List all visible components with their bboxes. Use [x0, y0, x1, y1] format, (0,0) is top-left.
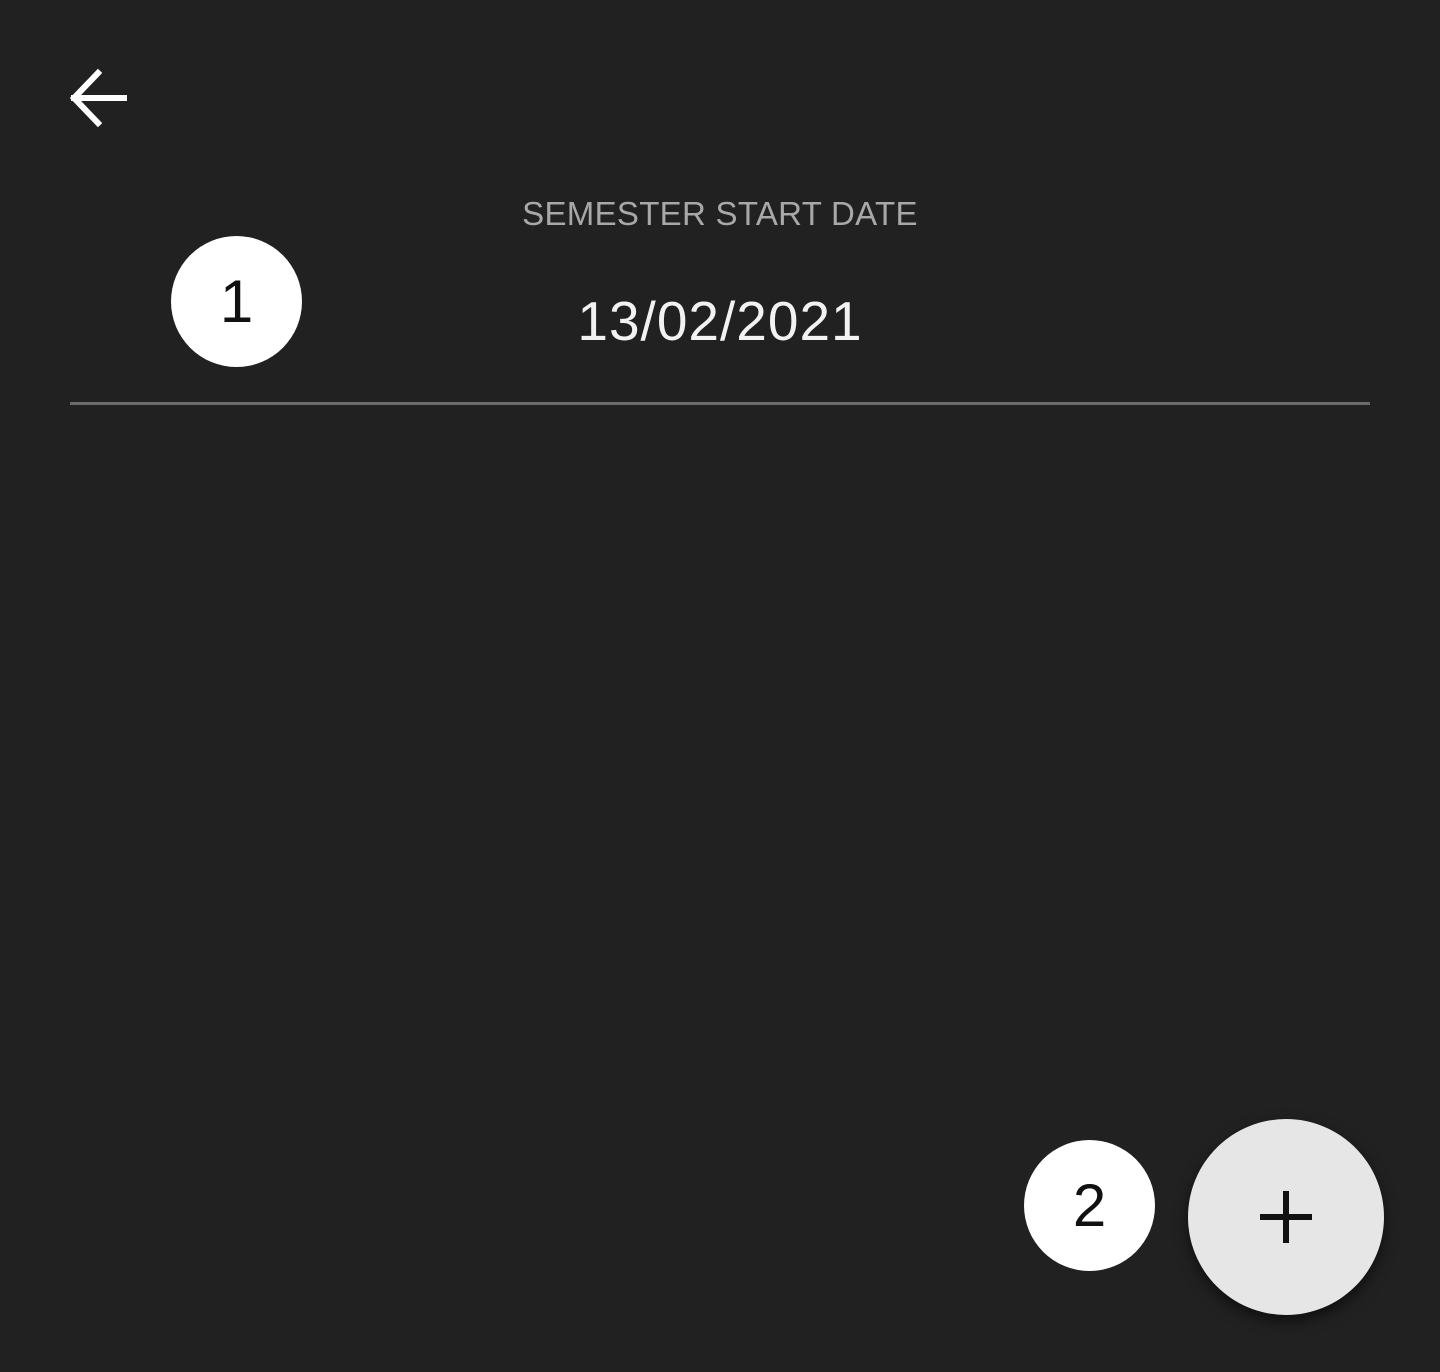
step-marker-2: 2	[1024, 1140, 1155, 1271]
arrow-left-icon	[69, 68, 127, 128]
plus-icon	[1260, 1191, 1312, 1243]
back-button[interactable]	[52, 52, 144, 144]
add-button[interactable]	[1188, 1119, 1384, 1315]
step-marker-1: 1	[171, 236, 302, 367]
semester-start-date-label: SEMESTER START DATE	[522, 195, 918, 232]
